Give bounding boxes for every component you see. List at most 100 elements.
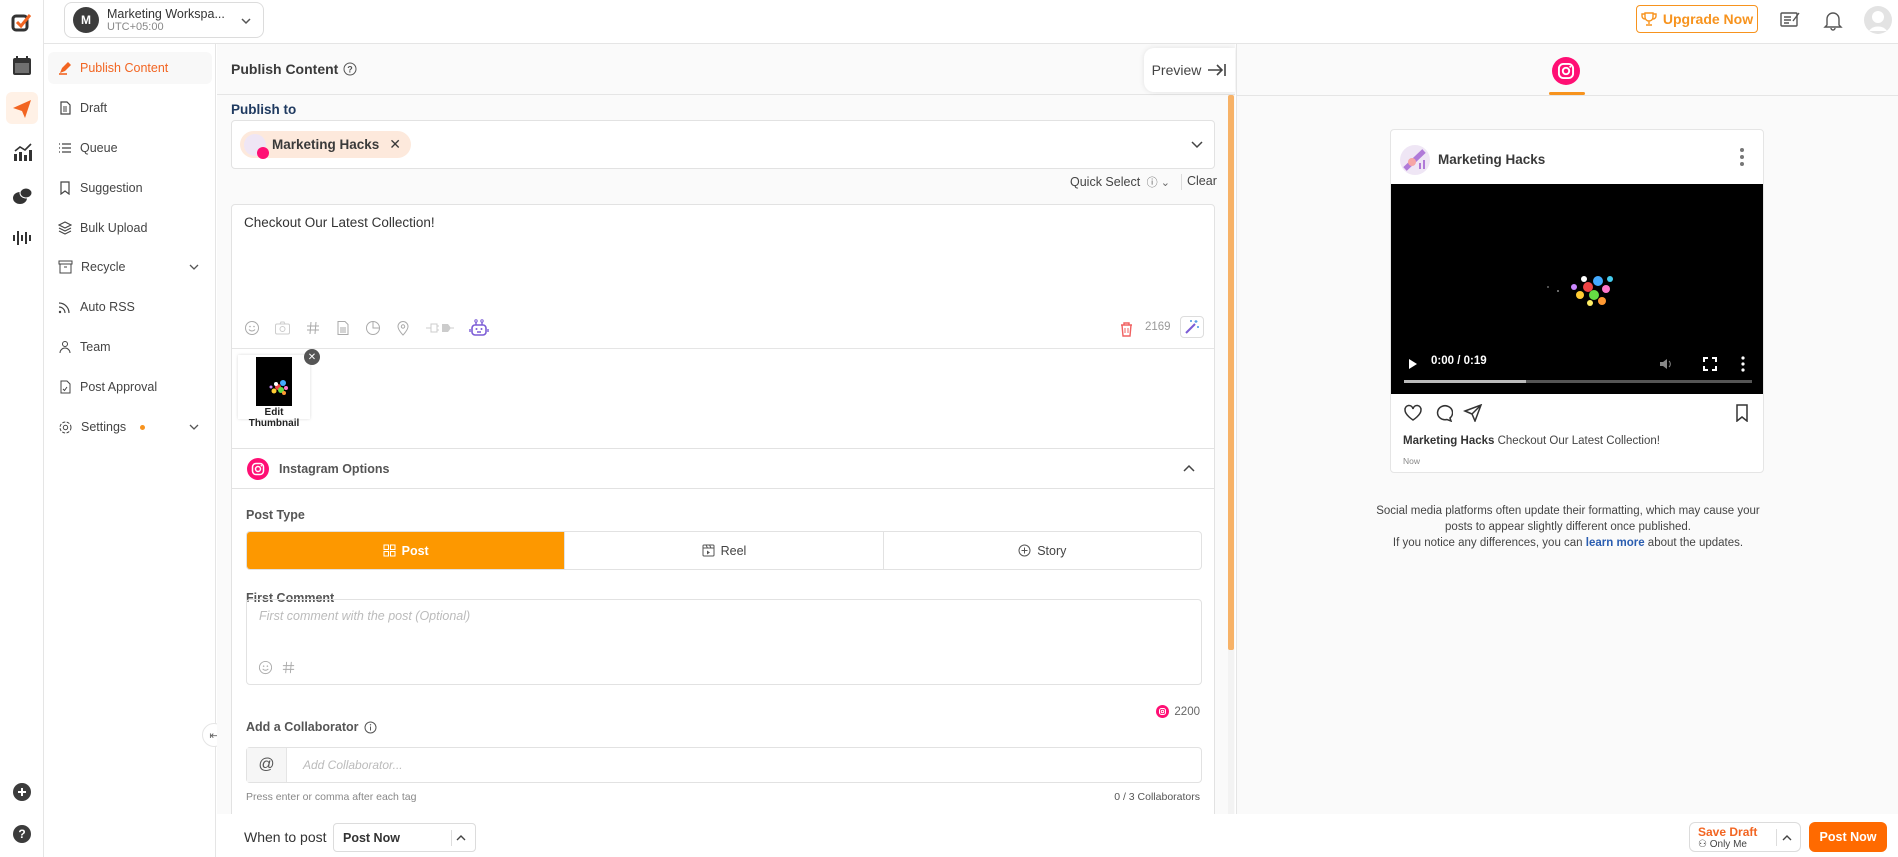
bell-icon[interactable] bbox=[1822, 9, 1844, 31]
share-icon[interactable] bbox=[1463, 404, 1483, 422]
fullscreen-icon[interactable] bbox=[1703, 357, 1717, 371]
chat-icon[interactable] bbox=[6, 180, 38, 212]
edit-thumbnail-link[interactable]: Edit Thumbnail bbox=[238, 407, 310, 429]
approval-icon bbox=[60, 380, 71, 394]
post-type-reel[interactable]: Reel bbox=[565, 532, 884, 569]
page-title: Publish Content bbox=[231, 61, 339, 77]
preview-header bbox=[1237, 44, 1898, 96]
plugin-icon[interactable] bbox=[425, 321, 455, 335]
add-icon[interactable] bbox=[6, 776, 38, 808]
pie-chart-icon[interactable] bbox=[365, 320, 381, 336]
sidebar-item-bulk-upload[interactable]: Bulk Upload bbox=[48, 212, 212, 244]
list-icon bbox=[59, 143, 71, 153]
settings-notification-dot bbox=[140, 424, 146, 430]
instagram-tab-icon[interactable] bbox=[1552, 57, 1580, 85]
gear-icon bbox=[59, 421, 72, 433]
more-options-icon[interactable] bbox=[1739, 147, 1745, 167]
learn-more-link[interactable]: learn more bbox=[1586, 537, 1645, 549]
app-logo-icon[interactable] bbox=[6, 6, 38, 38]
post-now-button[interactable]: Post Now bbox=[1809, 822, 1887, 852]
analytics-icon[interactable] bbox=[6, 136, 38, 168]
document-icon[interactable] bbox=[335, 320, 351, 336]
collaborator-placeholder: Add Collaborator... bbox=[303, 758, 403, 772]
camera-icon[interactable] bbox=[274, 320, 291, 336]
sidebar-item-settings[interactable]: Settings bbox=[48, 411, 212, 443]
video-player[interactable]: 0:00 / 0:19 bbox=[1391, 184, 1763, 394]
volume-icon[interactable] bbox=[1659, 357, 1673, 371]
heart-icon[interactable] bbox=[1403, 404, 1423, 422]
trash-icon[interactable] bbox=[1120, 322, 1133, 337]
account-selector[interactable]: Marketing Hacks ✕ bbox=[231, 120, 1215, 169]
play-icon[interactable] bbox=[1408, 358, 1418, 370]
publish-send-icon[interactable] bbox=[6, 92, 38, 124]
sidebar-item-queue[interactable]: Queue bbox=[48, 132, 212, 164]
comment-char-count: 2200 bbox=[1156, 705, 1200, 718]
ai-robot-icon[interactable] bbox=[469, 319, 489, 337]
instagram-badge-icon bbox=[257, 146, 269, 159]
user-avatar[interactable] bbox=[1864, 6, 1892, 34]
sidebar: Publish Content Draft Queue Suggestion B… bbox=[44, 44, 216, 857]
quick-select-button[interactable]: Quick Select ⓘ ⌄ bbox=[1070, 174, 1170, 190]
first-comment-placeholder: First comment with the post (Optional) bbox=[259, 609, 471, 623]
post-text-input[interactable]: Checkout Our Latest Collection! bbox=[244, 215, 435, 230]
sidebar-item-recycle[interactable]: Recycle bbox=[48, 251, 212, 283]
document-icon bbox=[60, 101, 71, 115]
first-comment-input[interactable]: First comment with the post (Optional) bbox=[246, 599, 1202, 685]
save-draft-button[interactable]: Save Draft ⚇ Only Me bbox=[1689, 822, 1801, 852]
chevron-up-icon[interactable] bbox=[1781, 833, 1793, 843]
post-timestamp: Now bbox=[1403, 456, 1421, 466]
chevron-down-icon[interactable] bbox=[1190, 139, 1204, 151]
formatting-notice: Social media platforms often update thei… bbox=[1376, 505, 1760, 549]
preview-toggle-button[interactable]: Preview bbox=[1144, 48, 1235, 92]
workspace-timezone: UTC+05:00 bbox=[107, 20, 164, 33]
chevron-up-icon bbox=[456, 835, 466, 841]
media-thumbnail[interactable]: Edit Thumbnail ✕ bbox=[238, 349, 320, 429]
emoji-icon[interactable] bbox=[244, 320, 260, 336]
remove-account-icon[interactable]: ✕ bbox=[389, 136, 401, 153]
sidebar-item-suggestion[interactable]: Suggestion bbox=[48, 172, 212, 204]
scrollbar-thumb[interactable] bbox=[1228, 95, 1234, 650]
instagram-post-preview: Marketing Hacks 0:00 / 0:19 Marketing Ha… bbox=[1390, 129, 1764, 473]
remove-media-button[interactable]: ✕ bbox=[304, 349, 320, 365]
info-icon[interactable] bbox=[364, 721, 377, 734]
publish-to-label: Publish to bbox=[231, 102, 297, 117]
emoji-icon[interactable] bbox=[258, 660, 273, 675]
sidebar-item-team[interactable]: Team bbox=[48, 331, 212, 363]
clear-button[interactable]: Clear bbox=[1187, 174, 1217, 188]
video-thumbnail-image bbox=[256, 357, 292, 406]
sidebar-item-draft[interactable]: Draft bbox=[48, 92, 212, 124]
help-circle-icon[interactable]: ? bbox=[343, 62, 357, 76]
post-caption: Marketing Hacks Checkout Our Latest Coll… bbox=[1403, 435, 1660, 447]
video-progress-bar[interactable] bbox=[1404, 380, 1752, 383]
selected-account-chip: Marketing Hacks ✕ bbox=[240, 131, 412, 159]
workspace-switcher[interactable]: M Marketing Workspa... UTC+05:00 bbox=[64, 2, 264, 38]
divider bbox=[232, 348, 1214, 349]
audio-wave-icon[interactable] bbox=[6, 222, 38, 254]
calendar-icon[interactable] bbox=[6, 50, 38, 82]
sidebar-item-publish-content[interactable]: Publish Content bbox=[48, 52, 212, 84]
post-type-post[interactable]: Post bbox=[247, 532, 566, 569]
notes-icon[interactable] bbox=[1779, 9, 1801, 31]
post-actions bbox=[1403, 404, 1483, 422]
upgrade-now-button[interactable]: Upgrade Now bbox=[1636, 5, 1758, 33]
more-vertical-icon[interactable] bbox=[1741, 356, 1745, 372]
comment-icon[interactable] bbox=[1433, 404, 1453, 422]
hashtag-icon[interactable] bbox=[305, 320, 321, 336]
sidebar-item-auto-rss[interactable]: Auto RSS bbox=[48, 291, 212, 323]
collaborator-input[interactable]: @ Add Collaborator... bbox=[246, 747, 1202, 783]
magic-wand-button[interactable] bbox=[1180, 316, 1204, 338]
hashtag-icon[interactable] bbox=[281, 660, 296, 675]
divider bbox=[1181, 174, 1182, 190]
location-pin-icon[interactable] bbox=[395, 320, 411, 336]
chevron-up-icon[interactable] bbox=[1182, 463, 1196, 475]
upgrade-label: Upgrade Now bbox=[1662, 11, 1754, 27]
post-type-story[interactable]: Story bbox=[884, 532, 1201, 569]
bookmark-icon[interactable] bbox=[1735, 404, 1749, 422]
instagram-options-header[interactable]: Instagram Options bbox=[232, 449, 1214, 489]
chevron-down-icon bbox=[189, 424, 199, 430]
archive-icon bbox=[58, 260, 73, 274]
sidebar-item-post-approval[interactable]: Post Approval bbox=[48, 371, 212, 403]
icon-rail: ? bbox=[0, 0, 44, 857]
when-to-post-select[interactable]: Post Now bbox=[333, 823, 476, 852]
help-icon[interactable]: ? bbox=[6, 818, 38, 850]
